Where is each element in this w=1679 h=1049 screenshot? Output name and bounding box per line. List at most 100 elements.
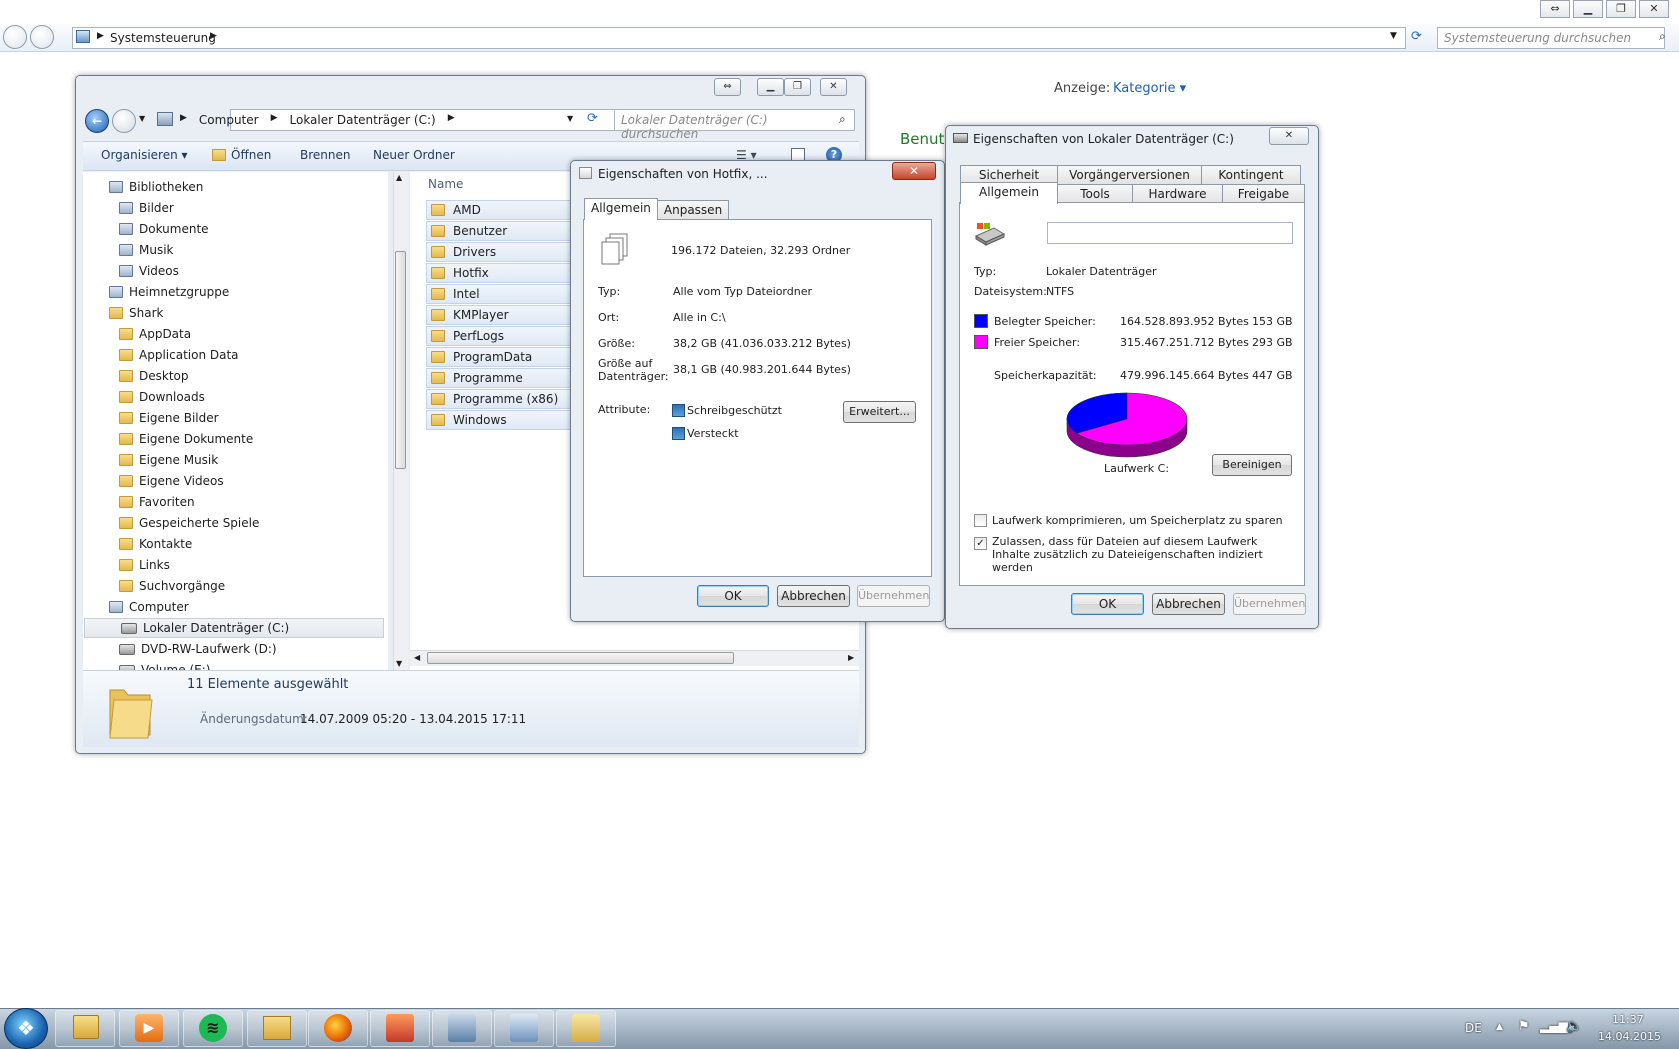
close-button[interactable]: ✕ [1639, 0, 1669, 18]
apply-button[interactable]: Übernehmen [1233, 593, 1306, 615]
clock-date[interactable]: 14.04.2015 [1598, 1030, 1661, 1043]
cancel-button[interactable]: Abbrechen [1152, 593, 1225, 615]
breadcrumb[interactable]: Systemsteuerung [110, 31, 216, 45]
nav-item[interactable]: Application Data [83, 345, 239, 365]
nav-item[interactable]: Computer [83, 597, 189, 617]
clock-time[interactable]: 11:37 [1612, 1013, 1644, 1026]
horizontal-scrollbar-thumb[interactable] [427, 652, 734, 664]
chevron-down-icon[interactable]: ▼ [139, 114, 145, 123]
nav-item[interactable]: Lokaler Datenträger (C:) [84, 618, 384, 638]
minimize-button[interactable]: ▁ [1573, 0, 1603, 18]
chevron-down-icon[interactable]: ▼ [1390, 31, 1397, 41]
nav-item[interactable]: Suchvorgänge [83, 576, 225, 596]
maximize-button[interactable]: ❐ [784, 78, 811, 96]
maximize-button[interactable]: ❐ [1606, 0, 1636, 18]
nav-item[interactable]: Volume (E:) [83, 660, 210, 670]
nav-item[interactable]: Bilder [83, 198, 174, 218]
ok-button[interactable]: OK [1071, 593, 1144, 615]
file-list-item[interactable]: KMPlayer [426, 305, 576, 325]
readonly-checkbox[interactable] [672, 403, 685, 417]
scroll-down-icon[interactable]: ▼ [396, 659, 402, 668]
nav-item[interactable]: Eigene Musik [83, 450, 218, 470]
advanced-button[interactable]: Erweitert... [843, 401, 916, 423]
column-header-name[interactable]: Name [428, 177, 463, 191]
file-list-item[interactable]: Programme (x86) [426, 389, 576, 409]
close-button[interactable]: ✕ [1269, 127, 1309, 145]
compress-checkbox[interactable] [974, 513, 987, 527]
file-list-item[interactable]: Drivers [426, 242, 576, 262]
volume-icon[interactable]: 🔈 [1566, 1019, 1582, 1034]
tab-quota[interactable]: Kontingent [1201, 165, 1301, 185]
nav-item[interactable]: Kontakte [83, 534, 192, 554]
tab-tools[interactable]: Tools [1057, 184, 1133, 204]
control-panel-search-input[interactable]: Systemsteuerung durchsuchen [1437, 27, 1665, 49]
show-hidden-icons-icon[interactable]: ▲ [1496, 1022, 1503, 1032]
nav-item[interactable]: Downloads [83, 387, 205, 407]
refresh-icon[interactable]: ⟳ [1411, 29, 1422, 44]
search-icon[interactable]: ⌕ [1659, 29, 1666, 44]
index-checkbox[interactable]: ✓ [974, 536, 987, 550]
minimize-button[interactable]: ▁ [757, 78, 784, 96]
hidden-checkbox[interactable] [672, 426, 685, 440]
nav-item[interactable]: Dokumente [83, 219, 209, 239]
forward-button[interactable] [30, 25, 54, 49]
control-panel-address-bar[interactable] [72, 27, 1406, 49]
nav-item[interactable]: Desktop [83, 366, 189, 386]
readonly-label[interactable]: Schreibgeschützt [687, 404, 782, 417]
apply-button[interactable]: Übernehmen [857, 585, 930, 607]
nav-item[interactable]: Shark [83, 303, 163, 323]
action-center-flag-icon[interactable]: ⚑ [1518, 1019, 1530, 1034]
tab-customize[interactable]: Anpassen [656, 200, 730, 220]
nav-item[interactable]: Bibliotheken [83, 177, 203, 197]
nav-item[interactable]: DVD-RW-Laufwerk (D:) [83, 639, 277, 659]
snap-button[interactable]: ⇔ [714, 78, 741, 96]
disk-cleanup-button[interactable]: Bereinigen [1212, 454, 1292, 476]
tab-general[interactable]: Allgemein [960, 182, 1058, 204]
tab-general[interactable]: Allgemein [584, 198, 658, 220]
nav-item[interactable]: Videos [83, 261, 179, 281]
back-button[interactable] [3, 25, 27, 49]
breadcrumb-computer[interactable]: Computer [199, 113, 259, 127]
index-label[interactable]: Zulassen, dass für Dateien auf diesem La… [992, 535, 1272, 574]
chevron-right-icon[interactable]: ▶ [448, 113, 455, 127]
view-dropdown[interactable]: Kategorie ▾ [1113, 81, 1186, 96]
file-list-item[interactable]: PerfLogs [426, 326, 576, 346]
open-button[interactable]: Öffnen [231, 148, 271, 162]
file-list-item[interactable]: Benutzer [426, 221, 576, 241]
refresh-icon[interactable]: ⟳ [587, 111, 598, 126]
nav-item[interactable]: Gespeicherte Spiele [83, 513, 259, 533]
search-icon[interactable]: ⌕ [839, 112, 846, 127]
nav-item[interactable]: Musik [83, 240, 174, 260]
forward-button[interactable] [112, 109, 136, 133]
file-list-item[interactable]: AMD [426, 200, 576, 220]
burn-button[interactable]: Brennen [300, 148, 350, 162]
scroll-left-icon[interactable]: ◀ [414, 653, 420, 662]
snap-button[interactable]: ⇔ [1540, 0, 1570, 18]
tab-sharing[interactable]: Freigabe [1222, 184, 1305, 204]
navigation-scrollbar-thumb[interactable] [395, 251, 406, 469]
organize-button[interactable]: Organisieren ▾ [101, 148, 188, 162]
volume-label-input[interactable] [1047, 222, 1293, 244]
nav-item[interactable]: Favoriten [83, 492, 195, 512]
nav-item[interactable]: AppData [83, 324, 191, 344]
file-list-item[interactable]: ProgramData [426, 347, 576, 367]
chevron-right-icon[interactable]: ▶ [271, 113, 278, 127]
back-button[interactable]: ← [85, 109, 109, 133]
scroll-up-icon[interactable]: ▲ [396, 173, 402, 182]
breadcrumb-drive-c[interactable]: Lokaler Datenträger (C:) [290, 113, 436, 127]
nav-item[interactable]: Eigene Dokumente [83, 429, 253, 449]
scroll-right-icon[interactable]: ▶ [848, 653, 854, 662]
chevron-right-icon[interactable]: ▶ [210, 31, 217, 41]
ok-button[interactable]: OK [697, 585, 769, 607]
hidden-label[interactable]: Versteckt [687, 427, 739, 440]
nav-item[interactable]: Eigene Bilder [83, 408, 219, 428]
file-list-item[interactable]: Intel [426, 284, 576, 304]
nav-item[interactable]: Eigene Videos [83, 471, 224, 491]
close-button[interactable]: ✕ [820, 78, 847, 96]
language-indicator[interactable]: DE [1465, 1021, 1482, 1035]
nav-item[interactable]: Links [83, 555, 170, 575]
nav-item[interactable]: Heimnetzgruppe [83, 282, 229, 302]
compress-label[interactable]: Laufwerk komprimieren, um Speicherplatz … [992, 514, 1283, 527]
new-folder-button[interactable]: Neuer Ordner [373, 148, 455, 162]
file-list-item[interactable]: Windows [426, 410, 576, 430]
